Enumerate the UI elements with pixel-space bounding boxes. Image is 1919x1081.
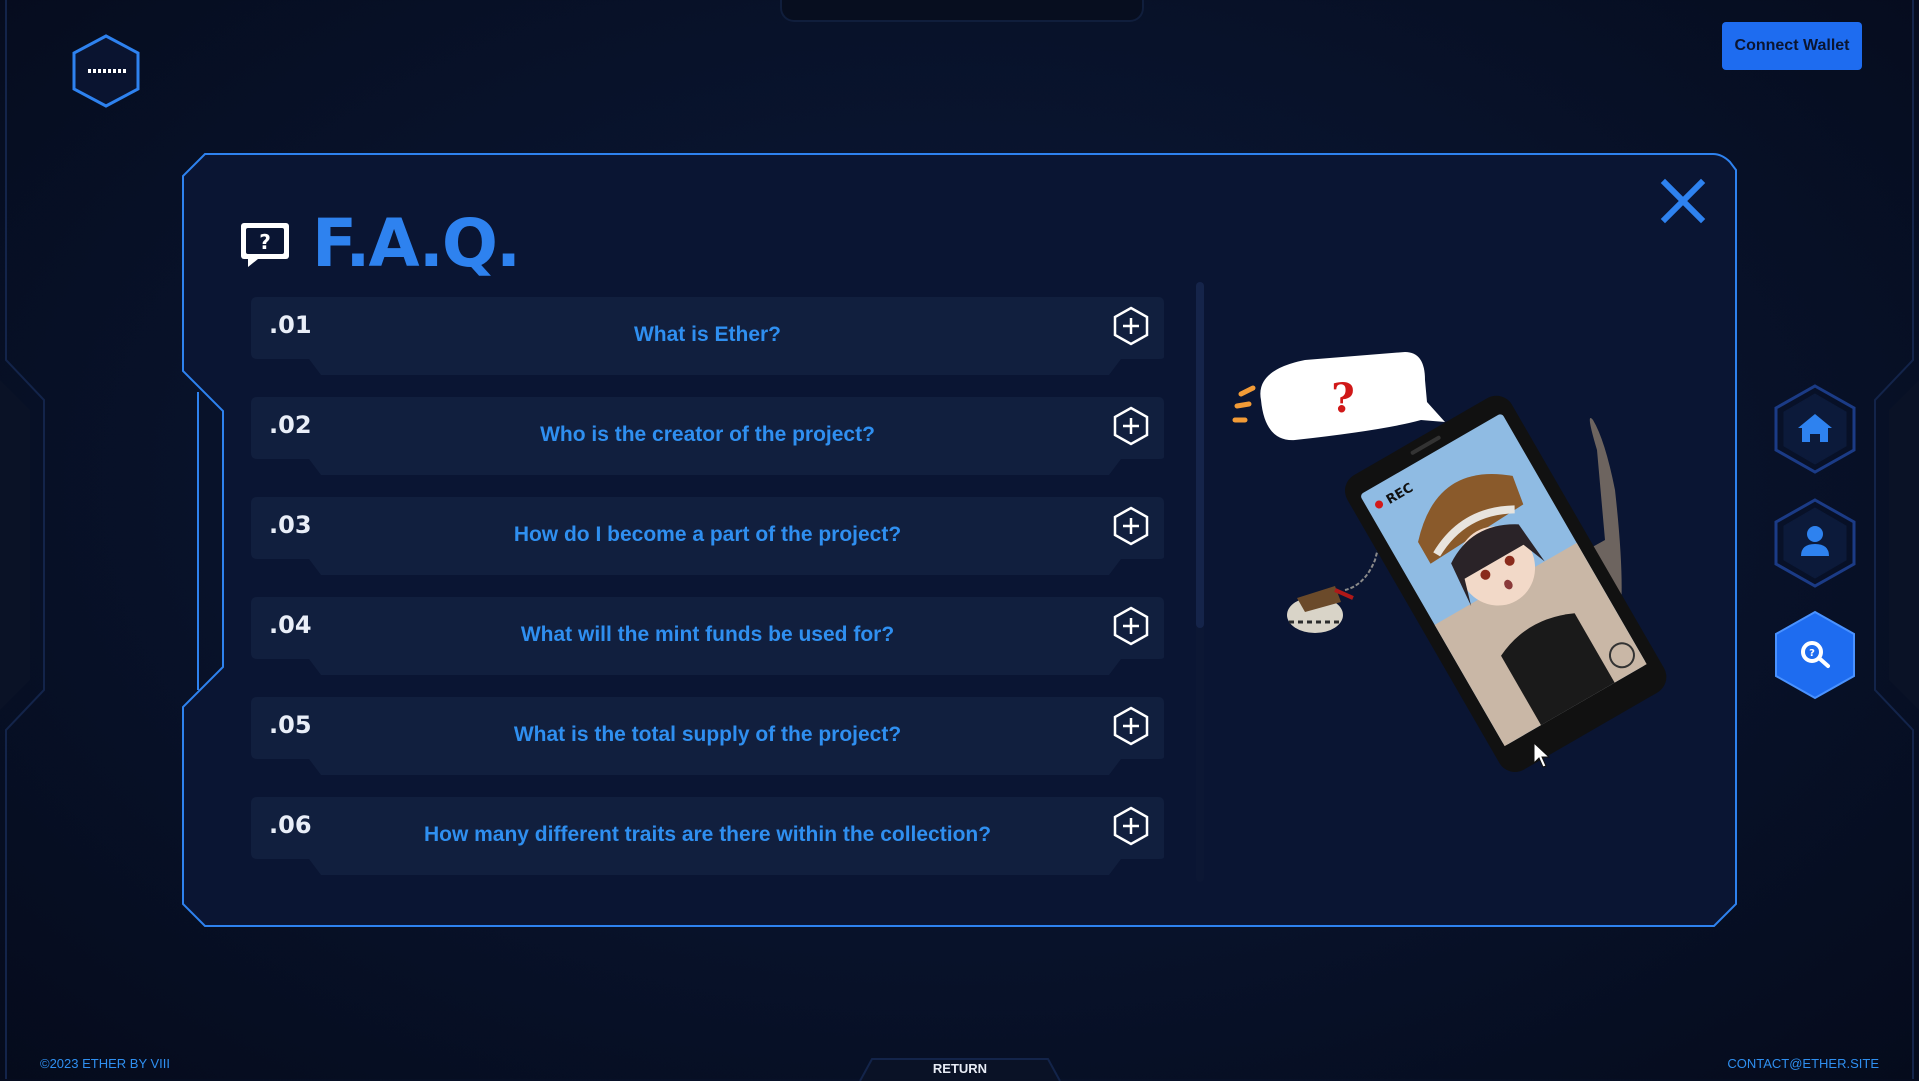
faq-item[interactable]: .01 What is Ether? [251,297,1164,378]
return-label[interactable]: RETURN [850,1061,1070,1076]
scrollbar-thumb[interactable] [1196,282,1204,628]
phone-character-illustration: ? REC [1232,352,1667,772]
faq-question[interactable]: What is Ether? [251,323,1164,347]
faq-question[interactable]: Who is the creator of the project? [251,423,1164,447]
svg-text:?: ? [259,230,271,254]
bubble-question-mark: ? [1331,375,1354,422]
faq-item[interactable]: .04 What will the mint funds be used for… [251,597,1164,678]
page-title: F.A.Q. [312,205,521,282]
surprise-marks-icon [1232,385,1256,423]
keychain-charm [1287,586,1354,633]
faq-item[interactable]: .05 What is the total supply of the proj… [251,697,1164,778]
faq-question[interactable]: What is the total supply of the project? [251,723,1164,747]
faq-item[interactable]: .06 How many different traits are there … [251,797,1164,878]
faq-nav-button[interactable]: ? [1770,606,1860,702]
home-nav-button[interactable] [1770,380,1860,476]
expand-hex-icon[interactable] [1111,806,1151,846]
svg-text:?: ? [1809,648,1815,659]
profile-nav-button[interactable] [1770,494,1860,590]
question-chat-icon: ? [241,222,289,267]
close-icon[interactable] [1660,178,1706,224]
expand-hex-icon[interactable] [1111,306,1151,346]
copyright-text: ©2023 ETHER BY VIII [40,1056,171,1071]
expand-hex-icon[interactable] [1111,606,1151,646]
phone: REC [1344,395,1667,772]
mouse-cursor-icon [1533,742,1551,768]
contact-link[interactable]: CONTACT@ETHER.SITE [1727,1056,1879,1071]
faq-header: ? F.A.Q. [238,205,521,282]
expand-hex-icon[interactable] [1111,706,1151,746]
faq-item[interactable]: .03 How do I become a part of the projec… [251,497,1164,578]
speech-bubble: ? [1260,352,1445,441]
faq-question[interactable]: How do I become a part of the project? [251,523,1164,547]
expand-hex-icon[interactable] [1111,506,1151,546]
expand-hex-icon[interactable] [1111,406,1151,446]
faq-list: .01 What is Ether? .02 Who is the creato… [251,297,1164,897]
faq-item[interactable]: .02 Who is the creator of the project? [251,397,1164,478]
faq-question[interactable]: How many different traits are there with… [251,823,1164,847]
faq-question[interactable]: What will the mint funds be used for? [251,623,1164,647]
